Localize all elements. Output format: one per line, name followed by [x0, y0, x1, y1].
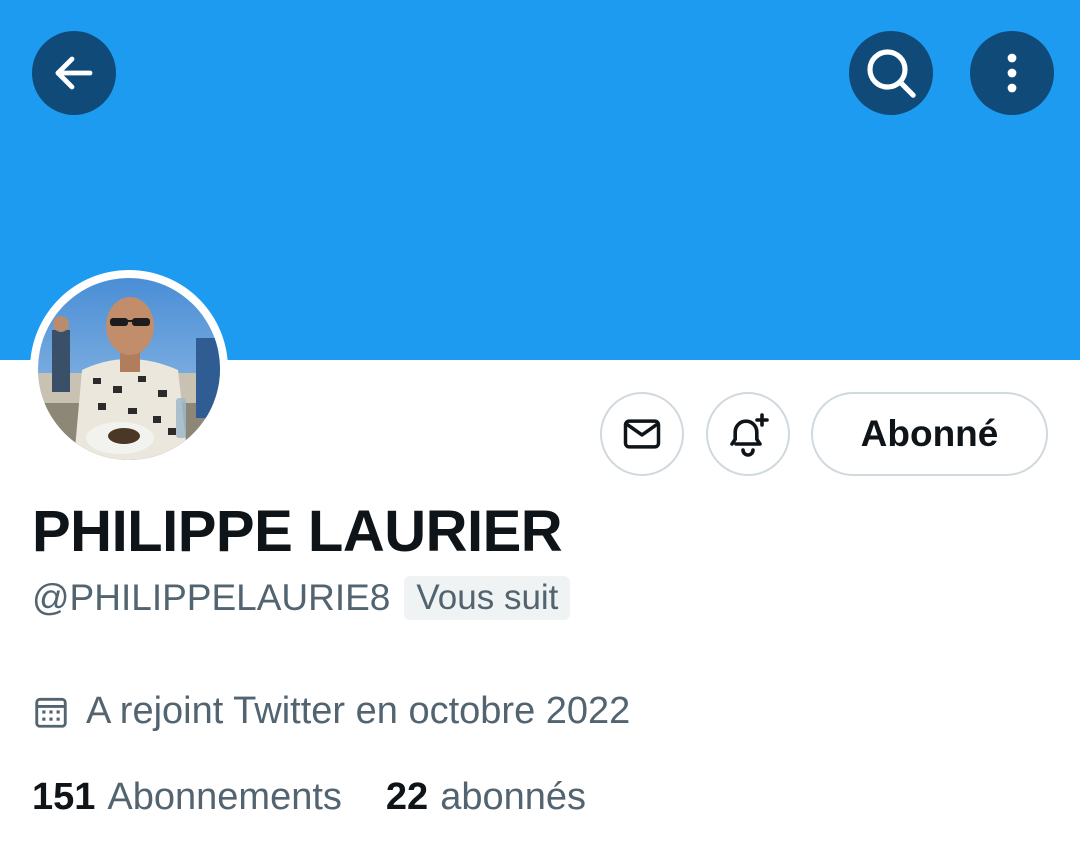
join-date-row: A rejoint Twitter en octobre 2022	[32, 690, 630, 733]
message-button[interactable]	[600, 392, 684, 476]
more-options-button[interactable]	[970, 31, 1054, 115]
following-label-text: Abonnements	[107, 776, 342, 818]
followers-stat[interactable]: 22 abonnés	[386, 776, 586, 819]
calendar-icon	[32, 693, 70, 731]
notifications-button[interactable]	[706, 392, 790, 476]
avatar[interactable]	[30, 270, 228, 468]
followers-count: 22	[385, 776, 429, 818]
search-icon	[867, 49, 916, 98]
following-label: Abonné	[860, 413, 999, 454]
profile-name: PHILIPPE LAURIER	[32, 499, 563, 564]
follow-stats: 151 Abonnements 22 abonnés	[32, 776, 586, 819]
avatar-photo	[38, 278, 220, 460]
follows-you-badge: Vous suit	[404, 576, 571, 620]
join-date-text: A rejoint Twitter en octobre 2022	[86, 690, 631, 732]
followers-label-text: abonnés	[440, 776, 586, 818]
envelope-icon	[623, 419, 661, 449]
back-button[interactable]	[32, 31, 116, 115]
following-button[interactable]: Abonné	[811, 392, 1048, 476]
search-button[interactable]	[849, 31, 933, 115]
bell-plus-icon	[730, 413, 769, 457]
following-count: 151	[32, 776, 96, 818]
handle-row: @PHILIPPELAURIE8 Vous suit	[32, 576, 571, 620]
arrow-left-icon	[55, 56, 93, 90]
following-stat[interactable]: 151 Abonnements	[32, 776, 342, 819]
more-vertical-icon	[1007, 53, 1017, 93]
profile-handle: @PHILIPPELAURIE8	[32, 577, 391, 618]
